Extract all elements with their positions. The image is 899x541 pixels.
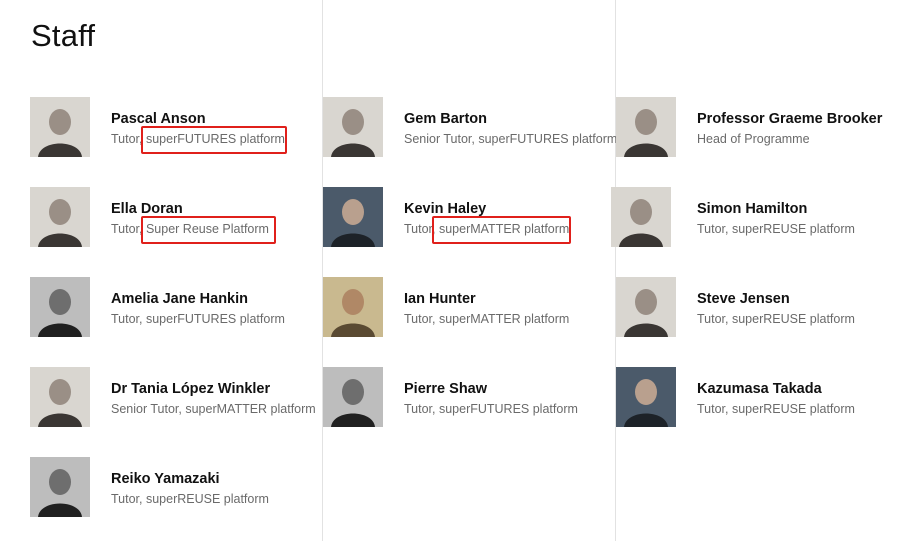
staff-photo: [30, 367, 90, 427]
staff-photo: [30, 187, 90, 247]
staff-role: Tutor, Super Reuse Platform: [111, 222, 269, 236]
staff-photo: [611, 187, 671, 247]
staff-name: Pascal Anson: [111, 111, 206, 127]
staff-role: Tutor, superFUTURES platform: [404, 402, 578, 416]
staff-photo: [323, 367, 383, 427]
staff-name: Kevin Haley: [404, 201, 487, 217]
staff-name: Professor Graeme Brooker: [697, 111, 883, 127]
staff-name: Pierre Shaw: [404, 381, 488, 397]
staff-name: Steve Jensen: [697, 291, 790, 307]
staff-name: Kazumasa Takada: [697, 381, 822, 397]
staff-role: Tutor, superREUSE platform: [697, 312, 855, 326]
staff-photo: [616, 277, 676, 337]
staff-name: Ian Hunter: [404, 291, 476, 307]
staff-name: Gem Barton: [404, 111, 487, 127]
page-title: Staff: [31, 18, 96, 53]
staff-photo: [30, 97, 90, 157]
staff-photo: [30, 277, 90, 337]
staff-photo: [323, 277, 383, 337]
staff-role: Tutor, superREUSE platform: [697, 402, 855, 416]
staff-photo: [616, 97, 676, 157]
staff-name: Simon Hamilton: [697, 201, 808, 217]
staff-role: Senior Tutor, superFUTURES platform: [404, 132, 618, 146]
staff-role: Head of Programme: [697, 132, 810, 146]
staff-name: Ella Doran: [111, 201, 183, 217]
staff-role: Senior Tutor, superMATTER platform: [111, 402, 316, 416]
staff-photo: [30, 457, 90, 517]
staff-role: Tutor, superMATTER platform: [404, 312, 570, 326]
staff-name: Dr Tania López Winkler: [111, 381, 271, 397]
staff-photo: [323, 187, 383, 247]
staff-name: Reiko Yamazaki: [111, 471, 220, 487]
staff-role: Tutor, superFUTURES platform: [111, 312, 285, 326]
staff-photo: [323, 97, 383, 157]
staff-role: Tutor, superREUSE platform: [697, 222, 855, 236]
column-divider-1: [322, 0, 323, 541]
staff-role: Tutor, superMATTER platform: [404, 222, 570, 236]
staff-photo: [616, 367, 676, 427]
staff-name: Amelia Jane Hankin: [111, 291, 248, 307]
staff-role: Tutor, superFUTURES platform: [111, 132, 285, 146]
staff-role: Tutor, superREUSE platform: [111, 492, 269, 506]
column-divider-2: [615, 0, 616, 541]
